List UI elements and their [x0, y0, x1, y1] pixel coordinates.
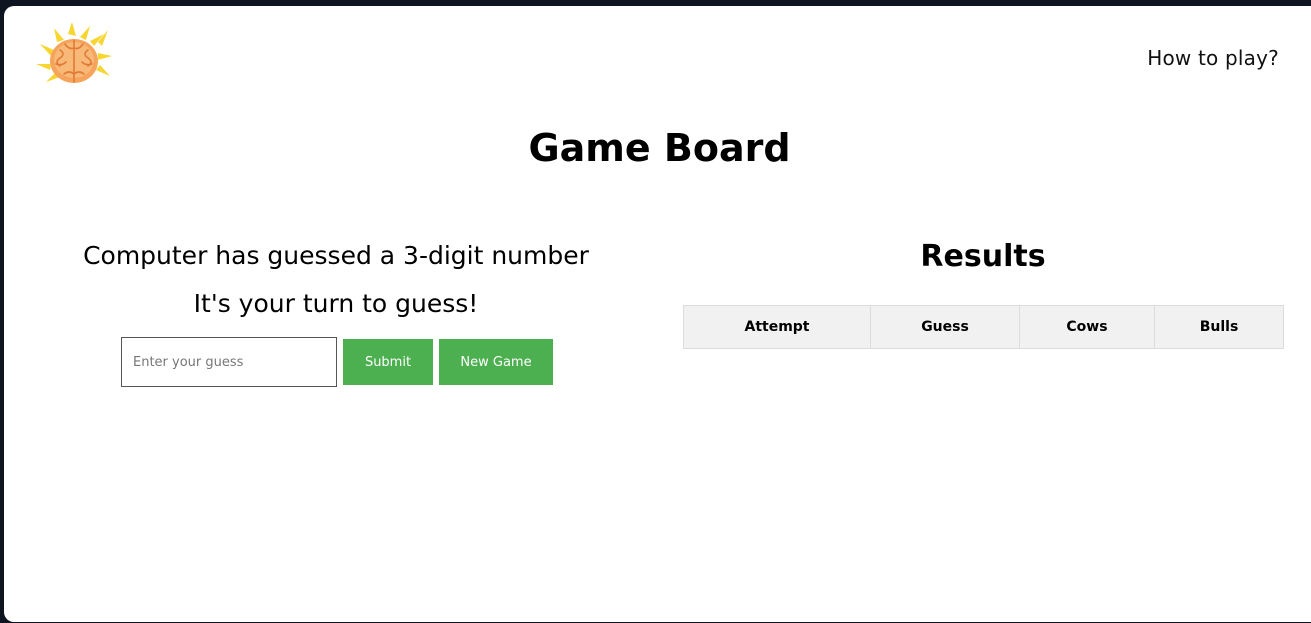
how-to-play-link[interactable]: How to play?: [1147, 46, 1279, 70]
results-table: Attempt Guess Cows Bulls: [683, 305, 1284, 349]
column-header-guess: Guess: [870, 305, 1020, 349]
results-header-row: Attempt Guess Cows Bulls: [683, 305, 1284, 349]
guess-form: Submit New Game: [121, 337, 553, 387]
turn-message: It's your turn to guess!: [193, 289, 479, 318]
column-header-bulls: Bulls: [1154, 305, 1284, 349]
submit-button[interactable]: Submit: [343, 339, 433, 385]
guess-input[interactable]: [121, 337, 337, 387]
new-game-button[interactable]: New Game: [439, 339, 553, 385]
app-window: How to play? Game Board Computer has gue…: [4, 6, 1311, 622]
results-panel: Results Attempt Guess Cows Bulls: [683, 236, 1284, 349]
brain-logo-icon[interactable]: [32, 20, 116, 90]
column-header-cows: Cows: [1019, 305, 1155, 349]
page-title: Game Board: [528, 126, 791, 170]
column-header-attempt: Attempt: [683, 305, 871, 349]
computer-message: Computer has guessed a 3-digit number: [83, 241, 589, 270]
guess-panel: Computer has guessed a 3-digit number It…: [4, 236, 668, 387]
results-title: Results: [920, 239, 1046, 274]
